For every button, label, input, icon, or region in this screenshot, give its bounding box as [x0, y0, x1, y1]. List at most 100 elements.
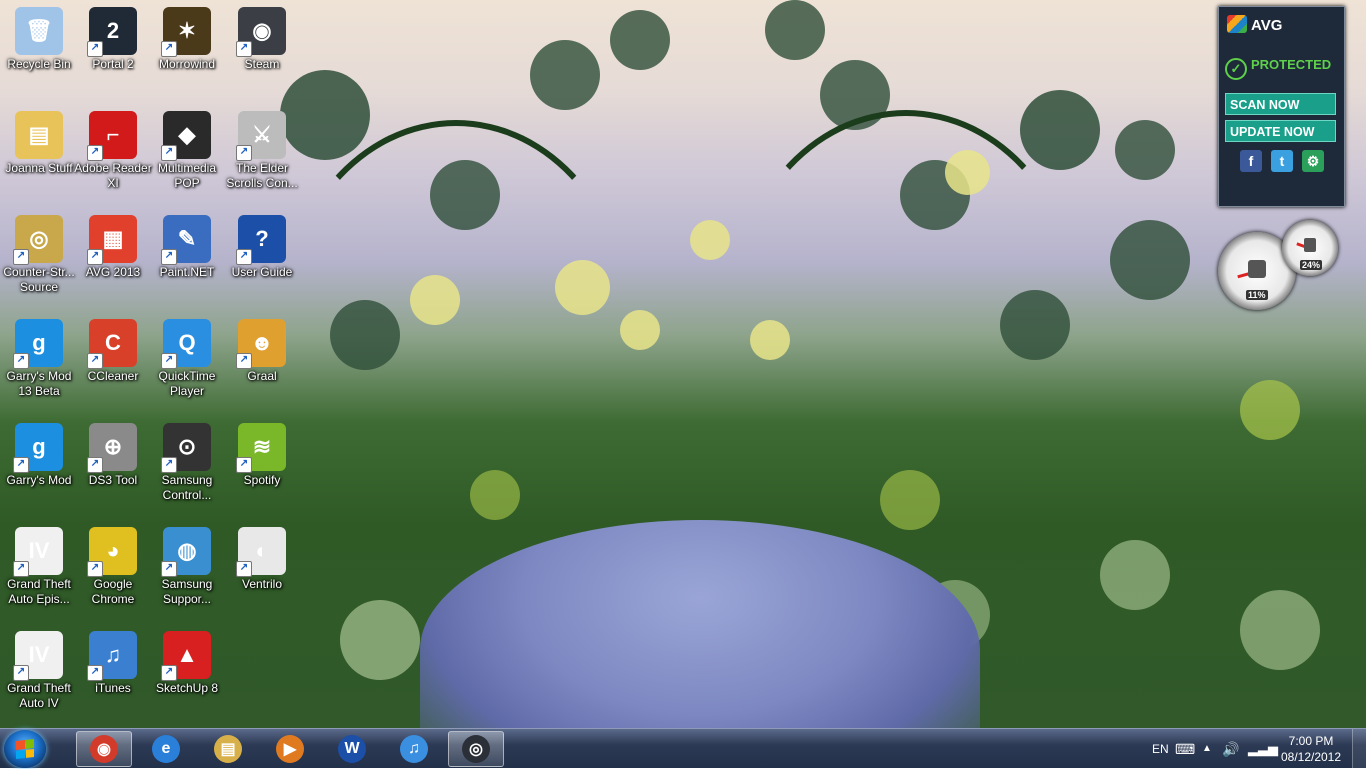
- desktop-icon-chrome[interactable]: ◕ ↗ Google Chrome: [74, 523, 152, 623]
- taskbar-button-windows-explorer[interactable]: ▤: [200, 731, 256, 767]
- desktop-icon-elder-scrolls[interactable]: ⚔ ↗ The Elder Scrolls Con...: [223, 107, 301, 207]
- desktop-icon-multimedia-pop[interactable]: ◆ ↗ Multimedia POP: [148, 107, 226, 207]
- language-indicator[interactable]: EN: [1152, 729, 1169, 769]
- desktop-icon-steam[interactable]: ◉ ↗ Steam: [223, 3, 301, 103]
- cpu-meter-gadget[interactable]: 11% 24%: [1218, 220, 1343, 315]
- desktop-icon-samsung-control[interactable]: ⊙ ↗ Samsung Control...: [148, 419, 226, 519]
- desktop-icon-ccleaner[interactable]: C ↗ CCleaner: [74, 315, 152, 415]
- show-desktop-button[interactable]: [1352, 729, 1366, 769]
- taskbar-button-steam[interactable]: ◎: [448, 731, 504, 767]
- desktop-icon-label: Spotify: [243, 473, 281, 487]
- volume-icon[interactable]: 🔊: [1222, 729, 1239, 769]
- desktop-icon-label: Portal 2: [92, 57, 134, 71]
- wallpaper-flower: [1240, 590, 1320, 670]
- desktop-icon-recycle-bin[interactable]: 🗑 Recycle Bin: [0, 3, 78, 103]
- chrome-icon: ◉: [90, 735, 118, 763]
- desktop-icon-samsung-support[interactable]: ◍ ↗ Samsung Suppor...: [148, 523, 226, 623]
- adobe-reader-icon: ⌐ ↗: [87, 111, 137, 161]
- itunes-icon: ♫ ↗: [87, 631, 137, 681]
- shortcut-arrow-icon: ↗: [87, 665, 103, 681]
- shortcut-arrow-icon: ↗: [236, 353, 252, 369]
- desktop-icon-folder[interactable]: ▤ Joanna Stuff: [0, 107, 78, 207]
- facebook-icon[interactable]: f: [1240, 150, 1262, 172]
- desktop-icon-label: Samsung Suppor...: [161, 577, 213, 606]
- wallpaper-flower: [1240, 380, 1300, 440]
- internet-explorer-icon: e: [152, 735, 180, 763]
- shortcut-arrow-icon: ↗: [161, 145, 177, 161]
- avg-logo-icon: [1227, 15, 1247, 33]
- avg-brand: AVG: [1251, 17, 1283, 34]
- clock[interactable]: 7:00 PM 08/12/2012: [1278, 733, 1344, 765]
- ccleaner-icon: C ↗: [87, 319, 137, 369]
- desktop-icon-avg[interactable]: ▦ ↗ AVG 2013: [74, 211, 152, 311]
- avg-settings-icon[interactable]: ⚙: [1302, 150, 1324, 172]
- desktop-icon-garrys-mod[interactable]: g ↗ Garry's Mod 13 Beta: [0, 315, 78, 415]
- desktop-icon-user-guide[interactable]: ? ↗ User Guide: [223, 211, 301, 311]
- wallpaper-path: [420, 520, 980, 728]
- shortcut-arrow-icon: ↗: [236, 457, 252, 473]
- desktop-icon-quicktime[interactable]: Q ↗ QuickTime Player: [148, 315, 226, 415]
- desktop-icon-ventrilo[interactable]: ◐ ↗ Ventrilo: [223, 523, 301, 623]
- desktop-icon-gamepad[interactable]: ⊕ ↗ DS3 Tool: [74, 419, 152, 519]
- scan-now-button[interactable]: SCAN NOW: [1225, 93, 1336, 115]
- wallpaper-flower: [1115, 120, 1175, 180]
- desktop-icon-label: Morrowind: [158, 57, 215, 71]
- media-player-icon: ▶: [276, 735, 304, 763]
- shortcut-arrow-icon: ↗: [13, 457, 29, 473]
- network-icon[interactable]: ▂▃▅: [1248, 729, 1278, 769]
- word-icon: W: [338, 735, 366, 763]
- memory-value: 24%: [1300, 260, 1323, 270]
- clock-time: 7:00 PM: [1288, 734, 1334, 748]
- desktop-icon-label: User Guide: [231, 265, 293, 279]
- taskbar-button-chrome[interactable]: ◉: [76, 731, 132, 767]
- taskbar-button-media-player[interactable]: ▶: [262, 731, 318, 767]
- desktop-icon-graal[interactable]: ☻ ↗ Graal: [223, 315, 301, 415]
- wallpaper-flower: [1100, 540, 1170, 610]
- desktop-icon-adobe-reader[interactable]: ⌐ ↗ Adobe Reader XI: [74, 107, 152, 207]
- desktop-wallpaper: 🗑 Recycle Bin 2 ↗ Portal 2 ✶ ↗ Morrowind ◉ ↗ Steam…: [0, 0, 1366, 728]
- steam-icon: ◎: [462, 735, 490, 763]
- desktop-icon-paint-net[interactable]: ✎ ↗ Paint.NET: [148, 211, 226, 311]
- shortcut-arrow-icon: ↗: [161, 561, 177, 577]
- garrys-mod-icon: g ↗: [13, 319, 63, 369]
- desktop-icon-label: Grand Theft Auto Epis...: [7, 577, 71, 606]
- shortcut-arrow-icon: ↗: [13, 665, 29, 681]
- wallpaper-vine: [280, 120, 632, 532]
- update-now-button[interactable]: UPDATE NOW: [1225, 120, 1336, 142]
- taskbar-button-internet-explorer[interactable]: e: [138, 731, 194, 767]
- keyboard-icon[interactable]: ⌨: [1175, 729, 1195, 769]
- wallpaper-flower: [1020, 90, 1100, 170]
- taskbar-button-word[interactable]: W: [324, 731, 380, 767]
- desktop-icon-sketchup[interactable]: ▲ ↗ SketchUp 8: [148, 627, 226, 727]
- desktop-icon-gta[interactable]: IV ↗ Grand Theft Auto IV: [0, 627, 78, 727]
- desktop-icon-label: Multimedia POP: [157, 161, 217, 190]
- start-button[interactable]: [4, 730, 46, 768]
- avg-status: ✓ PROTECTED: [1225, 57, 1331, 80]
- avg-gadget: AVG ✓ PROTECTED SCAN NOW UPDATE NOW f t ⚙: [1218, 6, 1345, 207]
- shortcut-arrow-icon: ↗: [236, 145, 252, 161]
- sketchup-icon: ▲ ↗: [161, 631, 211, 681]
- taskbar-button-itunes[interactable]: ♫: [386, 731, 442, 767]
- desktop-icon-garrys-mod[interactable]: g ↗ Garry's Mod: [0, 419, 78, 519]
- chrome-icon: ◕ ↗: [87, 527, 137, 577]
- wallpaper-flower: [690, 220, 730, 260]
- recycle-bin-icon: 🗑: [15, 7, 63, 55]
- shortcut-arrow-icon: ↗: [13, 561, 29, 577]
- desktop-icon-itunes[interactable]: ♫ ↗ iTunes: [74, 627, 152, 727]
- show-hidden-icons-icon[interactable]: ▲: [1202, 729, 1212, 769]
- spotify-icon: ≋ ↗: [236, 423, 286, 473]
- wallpaper-flower: [610, 10, 670, 70]
- desktop-icon-spotify[interactable]: ≋ ↗ Spotify: [223, 419, 301, 519]
- desktop-icon-gta[interactable]: IV ↗ Grand Theft Auto Epis...: [0, 523, 78, 623]
- desktop-icon-portal2[interactable]: 2 ↗ Portal 2: [74, 3, 152, 103]
- portal2-icon: 2 ↗: [87, 7, 137, 57]
- desktop-icon-morrowind[interactable]: ✶ ↗ Morrowind: [148, 3, 226, 103]
- twitter-icon[interactable]: t: [1271, 150, 1293, 172]
- desktop-icon-counter-strike[interactable]: ◎ ↗ Counter-Str... Source: [0, 211, 78, 311]
- multimedia-pop-icon: ◆ ↗: [161, 111, 211, 161]
- shortcut-arrow-icon: ↗: [161, 665, 177, 681]
- shortcut-arrow-icon: ↗: [87, 145, 103, 161]
- counter-strike-icon: ◎ ↗: [13, 215, 63, 265]
- paint-net-icon: ✎ ↗: [161, 215, 211, 265]
- wallpaper-flower: [765, 0, 825, 60]
